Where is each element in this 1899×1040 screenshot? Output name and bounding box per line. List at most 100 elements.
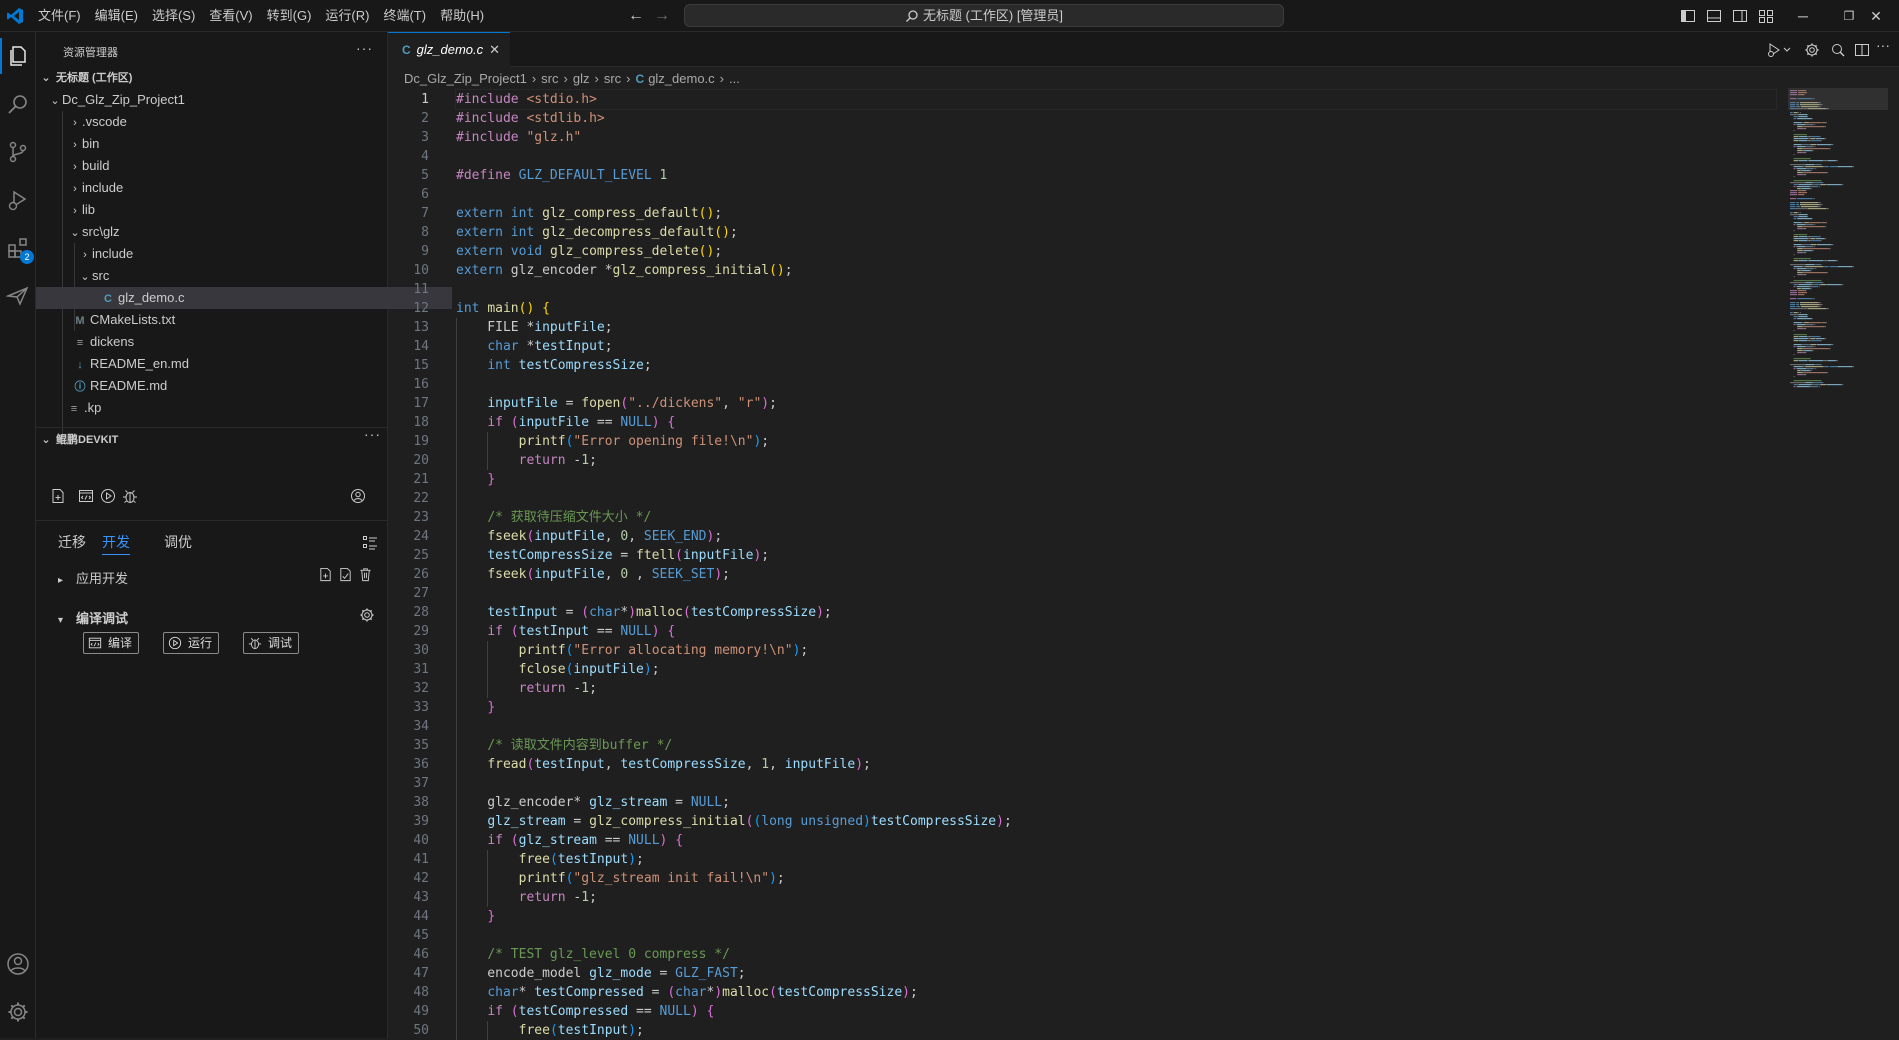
new-project-icon[interactable] [50,488,66,504]
code-line[interactable]: testCompressSize = ftell(inputFile); [456,546,1776,565]
code-line[interactable]: glz_stream = glz_compress_initial((long … [456,812,1776,831]
code-line[interactable]: printf("Error opening file!\n"); [456,432,1776,451]
code-line[interactable]: } [456,907,1776,926]
close-window-icon[interactable]: ✕ [1853,0,1899,32]
code-line[interactable]: testInput = (char*)malloc(testCompressSi… [456,603,1776,622]
code-line[interactable]: fseek(inputFile, 0 , SEEK_SET); [456,565,1776,584]
code-line[interactable]: extern glz_encoder *glz_compress_initial… [456,261,1776,280]
code-line[interactable]: printf("glz_stream init fail!\n"); [456,869,1776,888]
explorer-more-actions-icon[interactable]: ··· [356,40,373,56]
code-line[interactable] [456,185,1776,204]
code-line[interactable] [456,280,1776,299]
code-line[interactable]: extern int glz_decompress_default(); [456,223,1776,242]
code-line[interactable]: fread(testInput, testCompressSize, 1, in… [456,755,1776,774]
menu-go[interactable]: 转到(G) [261,0,318,32]
editor-more-actions-icon[interactable]: ··· [1876,37,1892,53]
breadcrumb-item[interactable]: glz_demo.c [648,71,714,86]
code-line[interactable] [456,926,1776,945]
code-line[interactable]: extern int glz_compress_default(); [456,204,1776,223]
minimap-viewport-slider[interactable] [1788,88,1888,110]
close-tab-icon[interactable]: ✕ [489,33,500,67]
code-line[interactable]: if (testInput == NULL) { [456,622,1776,641]
menu-run[interactable]: 运行(R) [319,0,375,32]
forward-arrow-icon[interactable]: → [652,6,672,26]
source-control-icon[interactable] [6,140,30,164]
account-circle-icon[interactable] [350,488,366,504]
search-icon[interactable] [6,92,30,116]
command-center[interactable]: 无标题 (工作区) [管理员] [684,4,1284,27]
run-icon[interactable] [100,488,116,504]
app-dev-row[interactable]: ▸ 应用开发 [58,568,128,587]
code-line[interactable]: fclose(inputFile); [456,660,1776,679]
code-editor[interactable]: #include <stdio.h> #include <stdlib.h> #in… [455,89,1777,1040]
breadcrumb-item[interactable]: src [604,71,621,86]
code-line[interactable]: #define GLZ_DEFAULT_LEVEL 1 [456,166,1776,185]
breadcrumb-item[interactable]: glz [573,71,590,86]
compile-button[interactable]: 编译 [83,632,140,654]
code-line[interactable]: glz_encoder* glz_stream = NULL; [456,793,1776,812]
code-line[interactable]: encode_model glz_mode = GLZ_FAST; [456,964,1776,983]
tree-file-cmakelists[interactable]: M CMakeLists.txt [36,309,424,331]
code-line[interactable]: #include <stdio.h> [455,89,1777,110]
tree-folder-vscode[interactable]: › .vscode [36,111,420,133]
edit-icon[interactable] [338,567,353,582]
minimap[interactable] [1788,88,1888,388]
toggle-panel-icon[interactable] [1706,8,1722,24]
compile-icon[interactable] [78,488,94,504]
debug-bug-icon[interactable] [122,488,138,504]
new-file-icon[interactable] [318,567,333,582]
code-line[interactable] [456,147,1776,166]
editor-search-icon[interactable] [1830,42,1846,58]
code-line[interactable] [456,584,1776,603]
code-line[interactable]: /* TEST glz_level 0 compress */ [456,945,1776,964]
tree-file-dickens[interactable]: ≡ dickens [36,331,424,353]
manage-gear-icon[interactable] [6,1000,30,1024]
code-line[interactable]: if (testCompressed == NULL) { [456,1002,1776,1021]
kunpeng-devkit-icon[interactable] [5,284,30,308]
tree-file-readme[interactable]: ⓘ README.md [36,375,424,397]
code-line[interactable]: return -1; [456,888,1776,907]
code-line[interactable] [456,489,1776,508]
code-line[interactable]: #include "glz.h" [456,128,1776,147]
code-line[interactable]: char* testCompressed = (char*)malloc(tes… [456,983,1776,1002]
tree-folder-include-inner[interactable]: › include [36,243,430,265]
split-editor-icon[interactable] [1854,42,1870,58]
delete-trash-icon[interactable] [358,567,373,582]
workspace-section-header[interactable]: ⌄ 无标题 (工作区) [36,67,388,89]
code-line[interactable]: if (inputFile == NULL) { [456,413,1776,432]
tree-folder-src[interactable]: ⌄ src [36,265,430,287]
tree-folder-lib[interactable]: › lib [36,199,420,221]
tree-folder-project[interactable]: ⌄ Dc_Glz_Zip_Project1 [36,89,400,111]
code-line[interactable]: free(testInput); [456,850,1776,869]
menu-help[interactable]: 帮助(H) [434,0,490,32]
toggle-secondary-sidebar-icon[interactable] [1732,8,1748,24]
code-line[interactable] [456,375,1776,394]
tree-folder-src-glz[interactable]: ⌄ src\glz [36,221,420,243]
debug-button[interactable]: 调试 [243,632,300,654]
code-line[interactable]: /* 读取文件内容到buffer */ [456,736,1776,755]
code-line[interactable]: fseek(inputFile, 0, SEEK_END); [456,527,1776,546]
code-line[interactable]: inputFile = fopen("../dickens", "r"); [456,394,1776,413]
code-line[interactable]: /* 获取待压缩文件大小 */ [456,508,1776,527]
tab-glz-demo-c[interactable]: Cglz_demo.c ✕ [388,32,510,67]
tree-file-kp[interactable]: ≡ .kp [36,397,418,419]
run-code-icon[interactable] [1766,42,1782,58]
menu-view[interactable]: 查看(V) [203,0,258,32]
settings-gear-icon[interactable] [359,607,375,623]
code-line[interactable]: printf("Error allocating memory!\n"); [456,641,1776,660]
explorer-icon[interactable] [0,38,30,74]
menu-file[interactable]: 文件(F) [32,0,87,32]
code-line[interactable]: } [456,698,1776,717]
tree-folder-include[interactable]: › include [36,177,420,199]
run-and-debug-icon[interactable] [6,188,30,212]
code-line[interactable] [456,774,1776,793]
devkit-more-actions-icon[interactable]: ··· [364,426,381,442]
extensions-icon[interactable]: 2 [6,236,34,264]
code-line[interactable]: free(testInput); [456,1021,1776,1040]
code-line[interactable]: } [456,470,1776,489]
tree-file-readme-en[interactable]: ↓ README_en.md [36,353,424,375]
run-dropdown-chevron-icon[interactable] [1782,42,1792,58]
breadcrumb-item[interactable]: Dc_Glz_Zip_Project1 [404,71,527,86]
menu-edit[interactable]: 编辑(E) [89,0,144,32]
devkit-section-header[interactable]: ⌄ 鲲鹏DEVKIT [36,429,388,451]
